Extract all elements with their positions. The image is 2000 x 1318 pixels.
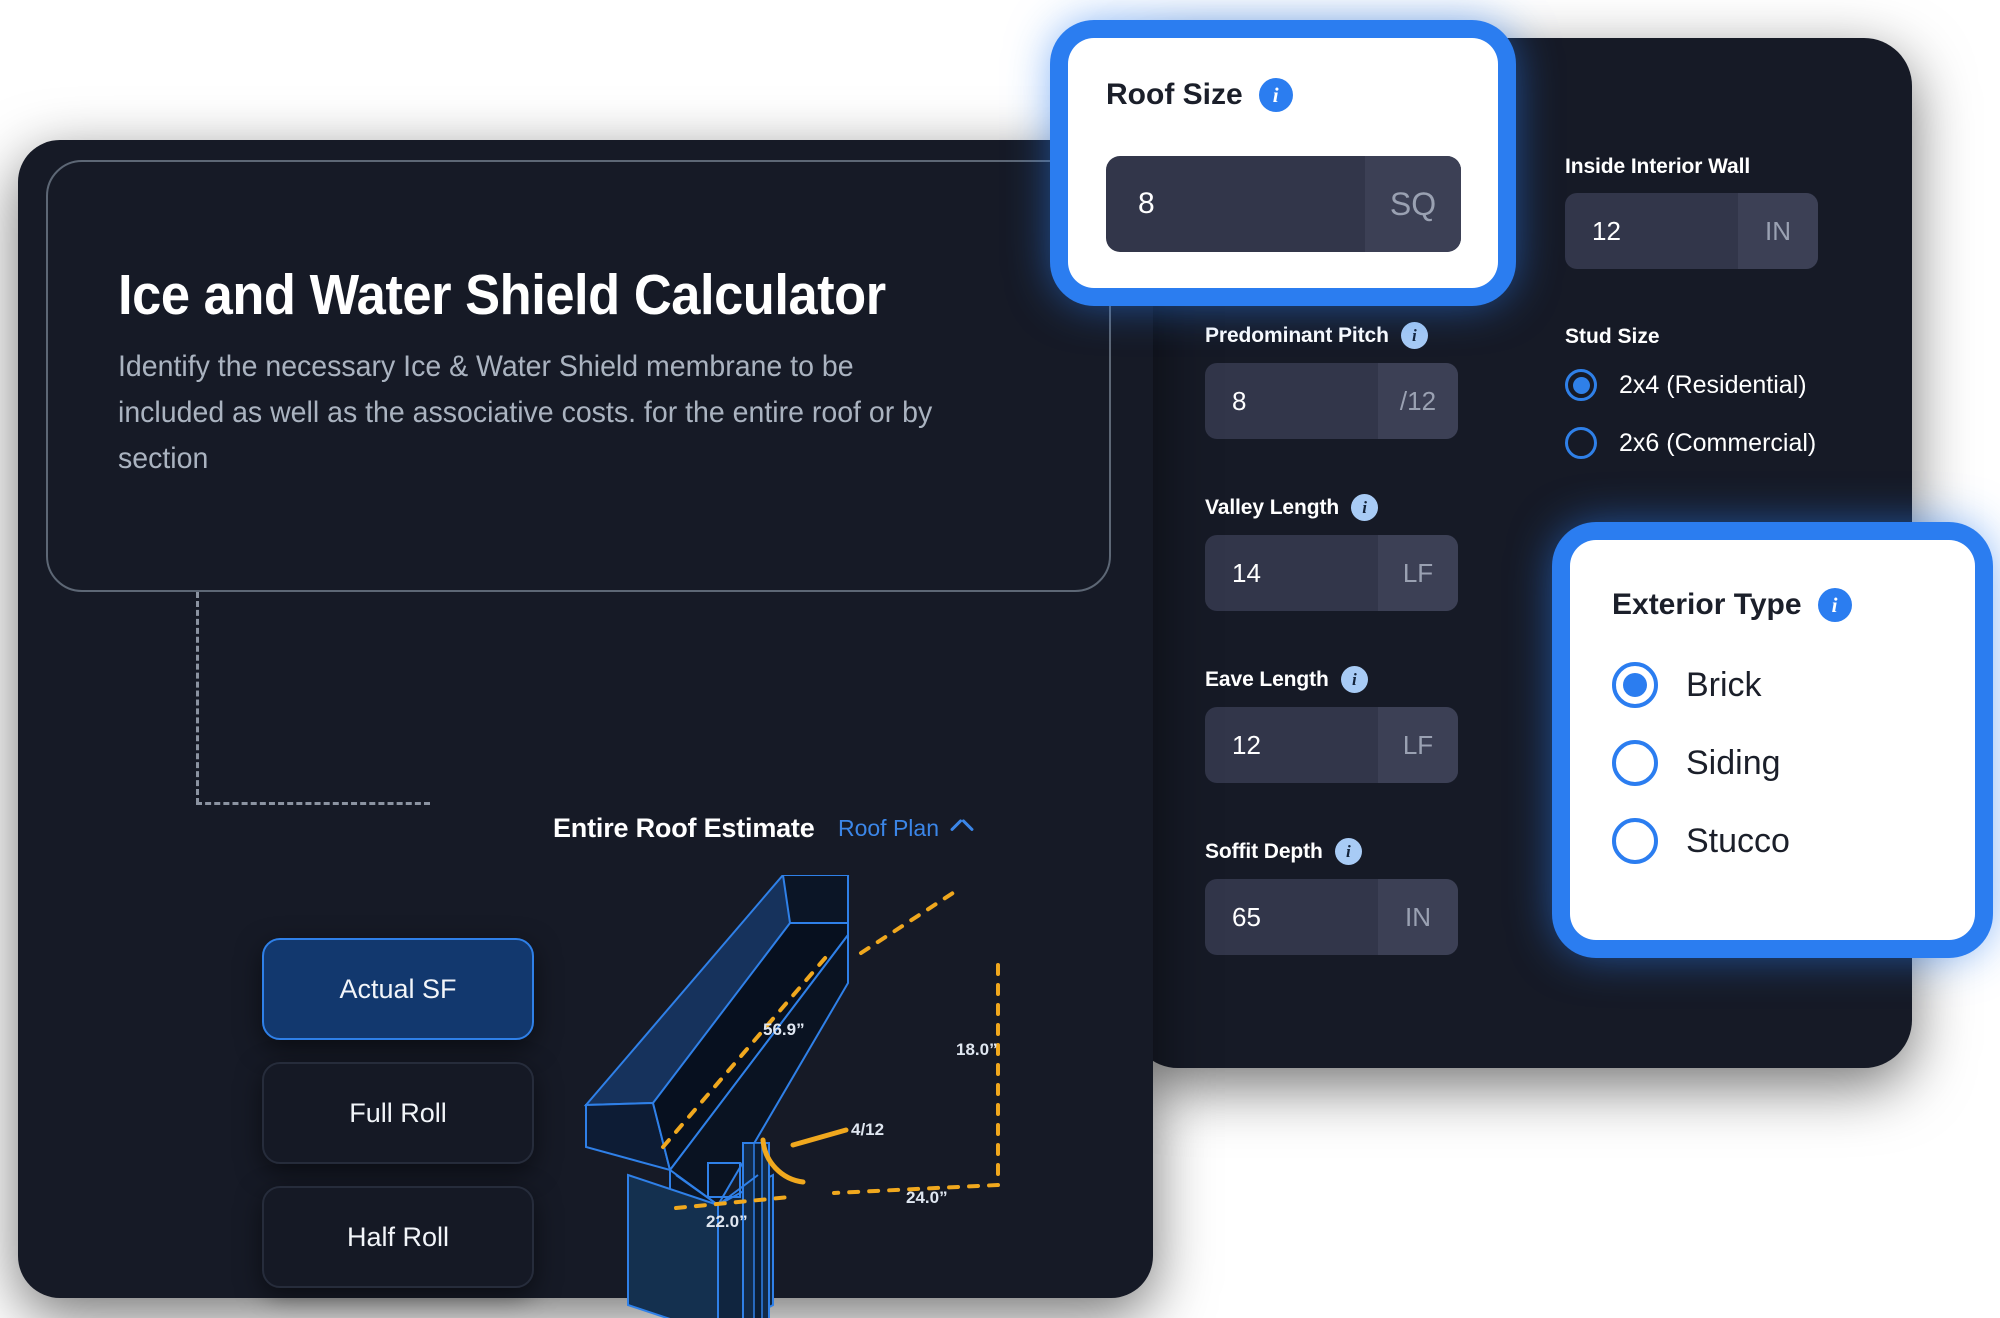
- field-label: Soffit Depth i: [1205, 838, 1458, 865]
- radio-exterior-stucco[interactable]: Stucco: [1612, 818, 1932, 864]
- input-unit: LF: [1378, 707, 1458, 783]
- radio-stud-2x4[interactable]: 2x4 (Residential): [1565, 369, 1895, 401]
- info-icon[interactable]: i: [1817, 588, 1852, 622]
- field-label-text: Valley Length: [1205, 495, 1340, 519]
- tab-label: Full Roll: [349, 1097, 447, 1128]
- dim-label-pitch: 4/12: [851, 1120, 884, 1139]
- dim-label-run: 24.0”: [906, 1188, 948, 1207]
- tab-actual-sf[interactable]: Actual SF: [262, 938, 534, 1040]
- roof-size-title: Roof Size i: [1106, 78, 1293, 112]
- input-value[interactable]: 14: [1205, 535, 1378, 611]
- eave-length-input[interactable]: 12 LF: [1205, 707, 1458, 783]
- field-label: Valley Length i: [1205, 494, 1458, 521]
- tab-half-roll[interactable]: Half Roll: [262, 1186, 534, 1288]
- field-label-text: Soffit Depth: [1205, 839, 1323, 863]
- inside-interior-wall-input[interactable]: 12 IN: [1565, 193, 1818, 269]
- page-subtitle: Identify the necessary Ice & Water Shiel…: [118, 350, 933, 475]
- exterior-type-card: Exterior Type i Brick Siding Stucco: [1570, 540, 1975, 940]
- roof-plan-label: Roof Plan: [837, 814, 939, 841]
- input-unit: IN: [1738, 193, 1818, 269]
- roof-size-input[interactable]: 8 SQ: [1106, 156, 1461, 252]
- stud-size-title: Stud Size: [1565, 325, 1660, 348]
- input-value[interactable]: 12: [1565, 193, 1738, 269]
- stud-size-group: Stud Size 2x4 (Residential) 2x6 (Commerc…: [1565, 325, 1895, 485]
- radio-stud-2x6[interactable]: 2x6 (Commercial): [1565, 427, 1895, 459]
- field-valley-length: Valley Length i 14 LF: [1205, 494, 1458, 611]
- info-icon[interactable]: i: [1340, 666, 1368, 693]
- input-value[interactable]: 65: [1205, 879, 1378, 955]
- card-title-text: Exterior Type: [1612, 588, 1802, 621]
- field-label: Inside Interior Wall: [1565, 155, 1818, 179]
- unit-tabs: Actual SF Full Roll Half Roll: [262, 938, 534, 1310]
- main-panel: Ice and Water Shield Calculator Identify…: [18, 140, 1153, 1318]
- dim-label-rake: 56.9”: [763, 1020, 805, 1039]
- field-label-text: Eave Length: [1205, 667, 1329, 691]
- radio-label: 2x4 (Residential): [1619, 370, 1807, 399]
- input-unit: /12: [1378, 363, 1458, 439]
- field-label: Predominant Pitch i: [1205, 322, 1458, 349]
- tab-label: Half Roll: [346, 1221, 450, 1252]
- radio-icon-unselected[interactable]: [1612, 818, 1658, 864]
- roof-plan-link[interactable]: Roof Plan: [838, 815, 973, 842]
- predominant-pitch-input[interactable]: 8 /12: [1205, 363, 1458, 439]
- field-label: Eave Length i: [1205, 666, 1458, 693]
- radio-icon-selected[interactable]: [1612, 662, 1658, 708]
- connector-line-vertical: [196, 592, 199, 804]
- input-unit: SQ: [1365, 156, 1461, 252]
- page-title: Ice and Water Shield Calculator: [118, 263, 886, 327]
- radio-icon-unselected[interactable]: [1612, 740, 1658, 786]
- field-eave-length: Eave Length i 12 LF: [1205, 666, 1458, 783]
- radio-label: Stucco: [1686, 821, 1790, 860]
- info-icon[interactable]: i: [1258, 78, 1293, 112]
- info-icon[interactable]: i: [1400, 322, 1428, 349]
- exterior-type-title: Exterior Type i: [1612, 588, 1852, 622]
- radio-icon-selected[interactable]: [1565, 369, 1597, 401]
- roof-size-card: Roof Size i 8 SQ: [1068, 38, 1498, 288]
- tab-label: Actual SF: [339, 973, 457, 1004]
- dim-label-eave-depth: 22.0”: [706, 1212, 748, 1231]
- input-value[interactable]: 8: [1106, 156, 1365, 252]
- valley-length-input[interactable]: 14 LF: [1205, 535, 1458, 611]
- radio-label: 2x6 (Commercial): [1619, 428, 1817, 457]
- roof-section-diagram: 56.9” 18.0” 4/12 22.0” 24.0” 8.0”: [558, 874, 1078, 1318]
- dim-label-height: 18.0”: [956, 1040, 998, 1059]
- roof-diagram-svg: 56.9” 18.0” 4/12 22.0” 24.0” 8.0”: [583, 874, 1000, 1318]
- radio-icon-unselected[interactable]: [1565, 427, 1597, 459]
- info-icon[interactable]: i: [1351, 494, 1379, 521]
- chevron-up-icon[interactable]: [951, 817, 973, 839]
- estimate-title: Entire Roof Estimate: [553, 812, 815, 843]
- info-icon[interactable]: i: [1334, 838, 1362, 865]
- input-value[interactable]: 8: [1205, 363, 1378, 439]
- screenshot-root: Inside Interior Wall 12 IN Stud Size 2x4…: [0, 0, 2000, 1318]
- radio-exterior-siding[interactable]: Siding: [1612, 740, 1932, 786]
- radio-exterior-brick[interactable]: Brick: [1612, 662, 1932, 708]
- estimate-header: Entire Roof Estimate Roof Plan: [553, 808, 973, 848]
- input-unit: LF: [1378, 535, 1458, 611]
- field-label-text: Predominant Pitch: [1205, 323, 1389, 347]
- field-soffit-depth: Soffit Depth i 65 IN: [1205, 838, 1458, 955]
- tab-full-roll[interactable]: Full Roll: [262, 1062, 534, 1164]
- connector-line-horizontal: [196, 802, 430, 805]
- field-predominant-pitch: Predominant Pitch i 8 /12: [1205, 322, 1458, 439]
- field-inside-interior-wall: Inside Interior Wall 12 IN: [1565, 155, 1818, 269]
- hero-card: Ice and Water Shield Calculator Identify…: [46, 160, 1111, 592]
- soffit-depth-input[interactable]: 65 IN: [1205, 879, 1458, 955]
- radio-label: Siding: [1686, 743, 1781, 782]
- input-unit: IN: [1378, 879, 1458, 955]
- exterior-type-options: Brick Siding Stucco: [1612, 662, 1932, 896]
- card-title-text: Roof Size: [1106, 78, 1243, 111]
- radio-label: Brick: [1686, 665, 1762, 704]
- field-label-text: Inside Interior Wall: [1565, 155, 1751, 178]
- input-value[interactable]: 12: [1205, 707, 1378, 783]
